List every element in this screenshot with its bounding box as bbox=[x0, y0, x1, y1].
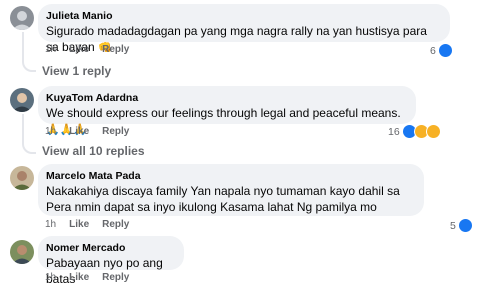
view-replies-link[interactable]: View all 10 replies bbox=[42, 144, 145, 158]
comment-bubble: KuyaTom Adardna We should express our fe… bbox=[38, 86, 416, 136]
like-button[interactable]: Like bbox=[69, 126, 89, 137]
reply-button[interactable]: Reply bbox=[102, 272, 129, 283]
reply-thread-line bbox=[22, 114, 36, 154]
reply-button[interactable]: Reply bbox=[102, 126, 129, 137]
comment-author[interactable]: KuyaTom Adardna bbox=[46, 92, 407, 105]
reaction-summary[interactable]: 16 bbox=[388, 124, 441, 139]
reaction-count: 5 bbox=[450, 219, 456, 232]
comment-author[interactable]: Julieta Manio bbox=[46, 10, 441, 23]
comment-actions: 1h Like Reply bbox=[45, 126, 142, 137]
like-button[interactable]: Like bbox=[69, 219, 89, 230]
comment-author[interactable]: Nomer Mercado bbox=[46, 242, 175, 255]
reaction-summary[interactable]: 6 bbox=[430, 43, 453, 58]
comment-time[interactable]: 1h bbox=[45, 272, 56, 283]
comment-author[interactable]: Marcelo Mata Pada bbox=[46, 170, 415, 183]
comment-text: Nakakahiya discaya family Yan napala nyo… bbox=[46, 184, 400, 214]
view-replies-label: View all 10 replies bbox=[42, 144, 145, 158]
reply-thread-line bbox=[22, 32, 36, 72]
comment-time[interactable]: 1h bbox=[45, 126, 56, 137]
view-replies-link[interactable]: View 1 reply bbox=[42, 64, 111, 78]
comment-actions: 1h Like Reply bbox=[45, 44, 142, 55]
reply-button[interactable]: Reply bbox=[102, 219, 129, 230]
view-replies-label: View 1 reply bbox=[42, 64, 112, 78]
avatar[interactable] bbox=[10, 166, 34, 190]
like-button[interactable]: Like bbox=[69, 272, 89, 283]
like-reaction-icon bbox=[437, 43, 453, 58]
comment-bubble: Marcelo Mata Pada Nakakahiya discaya fam… bbox=[38, 164, 424, 216]
comment-time[interactable]: 1h bbox=[45, 219, 56, 230]
avatar[interactable] bbox=[10, 240, 34, 264]
reaction-summary[interactable]: 5 bbox=[450, 218, 473, 233]
like-button[interactable]: Like bbox=[69, 44, 89, 55]
avatar[interactable] bbox=[10, 88, 34, 112]
comment-bubble: Julieta Manio Sigurado madadagdagan pa y… bbox=[38, 4, 450, 54]
avatar[interactable] bbox=[10, 6, 34, 30]
comment-text-body: We should express our feelings through l… bbox=[46, 106, 401, 120]
like-reaction-icon bbox=[457, 218, 473, 233]
wow-reaction-icon bbox=[425, 124, 441, 139]
reply-button[interactable]: Reply bbox=[102, 44, 129, 55]
comment-actions: 1h Like Reply bbox=[45, 272, 142, 283]
reaction-count: 16 bbox=[388, 125, 400, 138]
comment-time[interactable]: 1h bbox=[45, 44, 56, 55]
comment-actions: 1h Like Reply bbox=[45, 219, 142, 230]
reaction-count: 6 bbox=[430, 44, 436, 57]
comment-bubble: Nomer Mercado Pabayaan nyo po ang batas bbox=[38, 236, 184, 286]
